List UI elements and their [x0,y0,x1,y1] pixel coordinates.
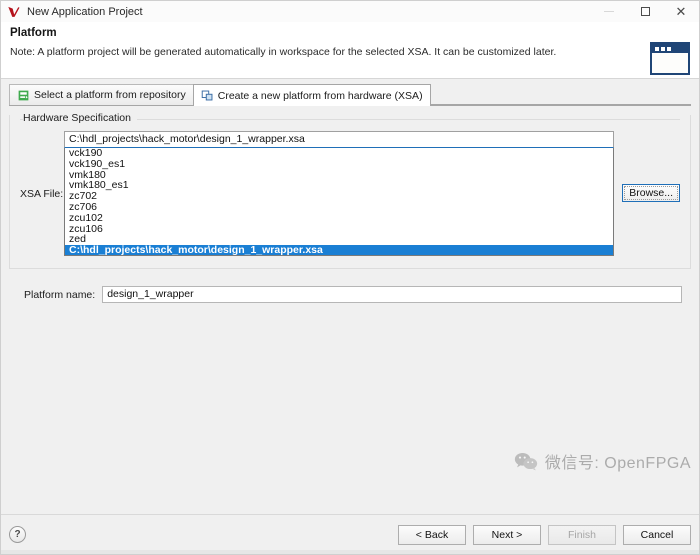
hardware-specification-legend: Hardware Specification [23,112,131,124]
xsa-file-row: XSA File: C:\hdl_projects\hack_motor\des… [20,131,680,260]
browse-button[interactable]: Browse... [622,184,680,202]
xsa-file-label: XSA File: [20,187,64,200]
close-button[interactable]: ✕ [663,1,699,22]
new-application-project-dialog: New Application Project ✕ Platform Note:… [0,0,700,555]
repository-platform-icon [18,90,29,100]
footer-bottom-strip [1,550,699,554]
footer-button-group: < Back Next > Finish Cancel [398,524,691,545]
finish-button: Finish [548,524,616,545]
watermark-text: 微信号: OpenFPGA [544,455,691,472]
hardware-specification-group: Hardware Specification XSA File: C:\hdl_… [9,112,691,269]
page-note: Note: A platform project will be generat… [10,46,557,58]
xsa-file-combo[interactable]: C:\hdl_projects\hack_motor\design_1_wrap… [64,131,619,260]
graphic-titlebar [652,44,688,53]
tab-select-platform-from-repository[interactable]: Select a platform from repository [9,84,194,105]
list-item[interactable]: vck190_es1 [65,158,613,170]
vitis-logo-icon [8,6,20,17]
list-item[interactable]: vmk180_es1 [65,180,613,191]
back-button[interactable]: < Back [398,524,466,545]
list-item[interactable]: zcu106 [65,223,613,235]
dialog-footer: ? < Back Next > Finish Cancel [1,514,699,554]
list-item[interactable]: zc702 [65,191,613,202]
browse-button-wrap: Browse... [622,184,680,202]
tabs-container: Select a platform from repository Create… [1,79,699,106]
watermark: 微信号: OpenFPGA [514,449,691,473]
help-button[interactable]: ? [9,526,26,543]
tab-label: Select a platform from repository [34,89,186,101]
minimize-button[interactable] [591,1,627,22]
title-bar-left: New Application Project [1,5,143,19]
hardware-specification-legend-row: Hardware Specification [20,112,680,124]
page-title: Platform [10,27,57,39]
list-item[interactable]: zc706 [65,202,613,213]
list-item-selected[interactable]: C:\hdl_projects\hack_motor\design_1_wrap… [65,245,614,255]
tab-list: Select a platform from repository Create… [9,84,691,106]
hardware-xsa-icon [201,90,213,101]
list-item[interactable]: zcu102 [65,212,613,224]
graphic-body [652,53,688,73]
tab-label: Create a new platform from hardware (XSA… [217,89,423,102]
tab-create-new-platform-from-hardware[interactable]: Create a new platform from hardware (XSA… [192,84,431,106]
cancel-button[interactable]: Cancel [623,524,691,545]
wizard-window-graphic [650,42,690,75]
tab-filler [430,84,691,105]
next-button[interactable]: Next > [473,524,541,545]
wizard-header: Platform Note: A platform project will b… [1,22,699,79]
platform-name-label: Platform name: [24,288,96,301]
xsa-file-dropdown-list[interactable]: vck190 vck190_es1 vmk180 vmk180_es1 zc70… [64,148,615,256]
window-title: New Application Project [27,5,143,18]
wechat-logo-icon [514,452,538,471]
title-bar: New Application Project ✕ [1,1,699,22]
list-item[interactable]: vck190 [65,148,613,159]
list-item[interactable]: vmk180 [65,169,613,181]
maximize-button[interactable] [627,1,663,22]
xsa-file-combo-value[interactable]: C:\hdl_projects\hack_motor\design_1_wrap… [64,131,615,148]
wizard-content: Hardware Specification XSA File: C:\hdl_… [1,106,699,514]
platform-name-input[interactable]: design_1_wrapper [102,286,682,303]
platform-name-row: Platform name: design_1_wrapper [9,286,691,303]
window-controls: ✕ [591,1,699,22]
